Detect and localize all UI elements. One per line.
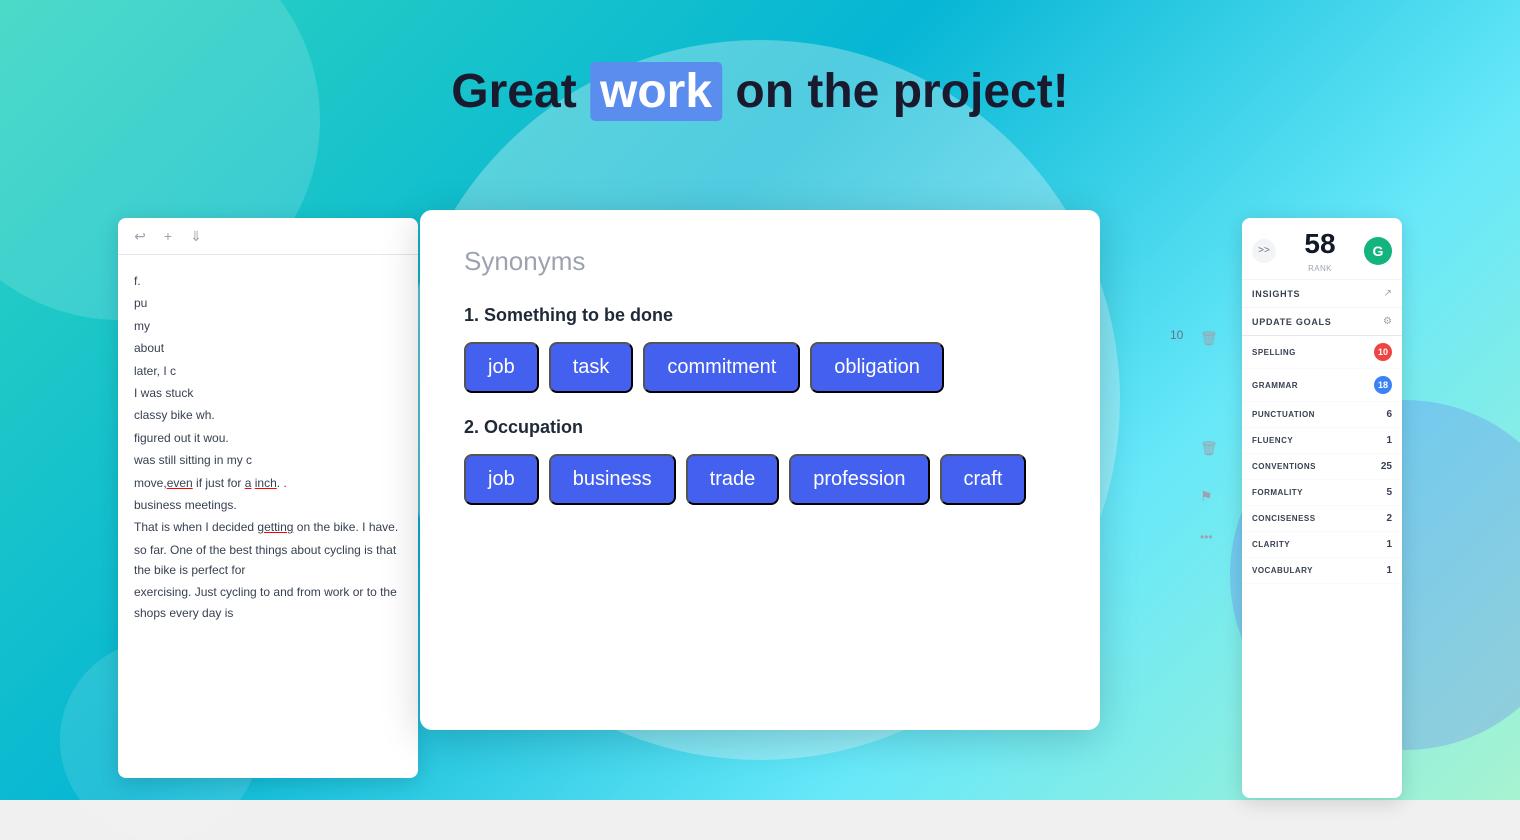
inbox-icon[interactable]: ↩ — [130, 226, 150, 246]
editor-line: f. — [134, 271, 402, 291]
left-editor-panel: ↩ + ⇓ f. pu my about later, I c I was st… — [118, 218, 418, 778]
main-title: Great work on the project! — [451, 62, 1068, 121]
conventions-value: 25 — [1381, 461, 1392, 472]
title-highlighted: work — [590, 62, 722, 121]
grammarly-logo: G — [1364, 237, 1392, 265]
editor-line: my — [134, 316, 402, 336]
editor-toolbar: ↩ + ⇓ — [118, 218, 418, 255]
conciseness-value: 2 — [1386, 513, 1392, 524]
tag-task[interactable]: task — [549, 342, 634, 393]
flag-icon[interactable]: ⚑ — [1200, 488, 1213, 505]
synonyms-panel: Synonyms 1. Something to be done job tas… — [420, 150, 1100, 730]
update-goals-nav-label[interactable]: UPDATE GOALS — [1252, 317, 1331, 327]
editor-line: business meetings. — [134, 495, 402, 515]
editor-line: about — [134, 338, 402, 358]
vocabulary-value: 1 — [1386, 565, 1392, 576]
update-goals-icon: ⚙ — [1383, 316, 1392, 327]
metric-conciseness: CONCISENESS 2 — [1242, 506, 1402, 532]
punctuation-value: 6 — [1386, 409, 1392, 420]
metric-grammar: GRAMMAR 18 — [1242, 369, 1402, 402]
section-1-heading: 1. Something to be done — [464, 305, 1056, 326]
synonyms-title: Synonyms — [464, 246, 1056, 277]
collapse-button[interactable]: >> — [1252, 239, 1276, 263]
download-icon[interactable]: ⇓ — [186, 226, 206, 246]
section-2-heading: 2. Occupation — [464, 417, 1056, 438]
fluency-value: 1 — [1386, 435, 1392, 446]
editor-line: exercising. Just cycling to and from wor… — [134, 582, 402, 623]
editor-line: figured out it wou. — [134, 428, 402, 448]
metric-clarity: CLARITY 1 — [1242, 532, 1402, 558]
editor-line: move,even if just for a inch. . — [134, 473, 402, 493]
clarity-value: 1 — [1386, 539, 1392, 550]
title-prefix: Great — [451, 65, 590, 118]
item-count: 10 — [1170, 328, 1183, 342]
formality-value: 5 — [1386, 487, 1392, 498]
rank-score: 58 — [1304, 228, 1335, 260]
metric-spelling: SPELLING 10 — [1242, 336, 1402, 369]
tag-profession[interactable]: profession — [789, 454, 929, 505]
tag-commitment[interactable]: commitment — [643, 342, 800, 393]
editor-content: f. pu my about later, I c I was stuck cl… — [118, 255, 418, 641]
tag-business[interactable]: business — [549, 454, 676, 505]
delete-icon[interactable]: 🗑 — [1200, 330, 1218, 347]
tag-job-2[interactable]: job — [464, 454, 539, 505]
section-1-tags: job task commitment obligation — [464, 342, 1056, 393]
insights-nav-label[interactable]: INSIGHTS — [1252, 289, 1300, 299]
tag-job-1[interactable]: job — [464, 342, 539, 393]
delete-icon-2[interactable]: 🗑 — [1200, 440, 1218, 457]
editor-line: later, I c — [134, 361, 402, 381]
right-insights-panel: >> 58 RANK G INSIGHTS ↗ UPDATE GOALS ⚙ S… — [1242, 218, 1402, 798]
metric-fluency: FLUENCY 1 — [1242, 428, 1402, 454]
rank-label: RANK — [1308, 264, 1332, 273]
title-suffix: on the project! — [722, 65, 1069, 118]
editor-line: pu — [134, 293, 402, 313]
editor-line: so far. One of the best things about cyc… — [134, 540, 402, 581]
tag-obligation[interactable]: obligation — [810, 342, 944, 393]
metric-punctuation: PUNCTUATION 6 — [1242, 402, 1402, 428]
editor-line: was still sitting in my c — [134, 450, 402, 470]
metric-conventions: CONVENTIONS 25 — [1242, 454, 1402, 480]
more-icon[interactable]: ••• — [1200, 530, 1213, 544]
grammar-badge: 18 — [1374, 376, 1392, 394]
section-2-tags: job business trade profession craft — [464, 454, 1056, 505]
metric-vocabulary: VOCABULARY 1 — [1242, 558, 1402, 584]
editor-line: That is when I decided getting on the bi… — [134, 517, 402, 537]
spelling-badge: 10 — [1374, 343, 1392, 361]
tag-craft[interactable]: craft — [940, 454, 1027, 505]
editor-line: I was stuck — [134, 383, 402, 403]
tag-trade[interactable]: trade — [686, 454, 780, 505]
add-icon[interactable]: + — [158, 226, 178, 246]
metric-formality: FORMALITY 5 — [1242, 480, 1402, 506]
insights-nav-icon: ↗ — [1384, 288, 1392, 299]
editor-line: classy bike wh. — [134, 405, 402, 425]
